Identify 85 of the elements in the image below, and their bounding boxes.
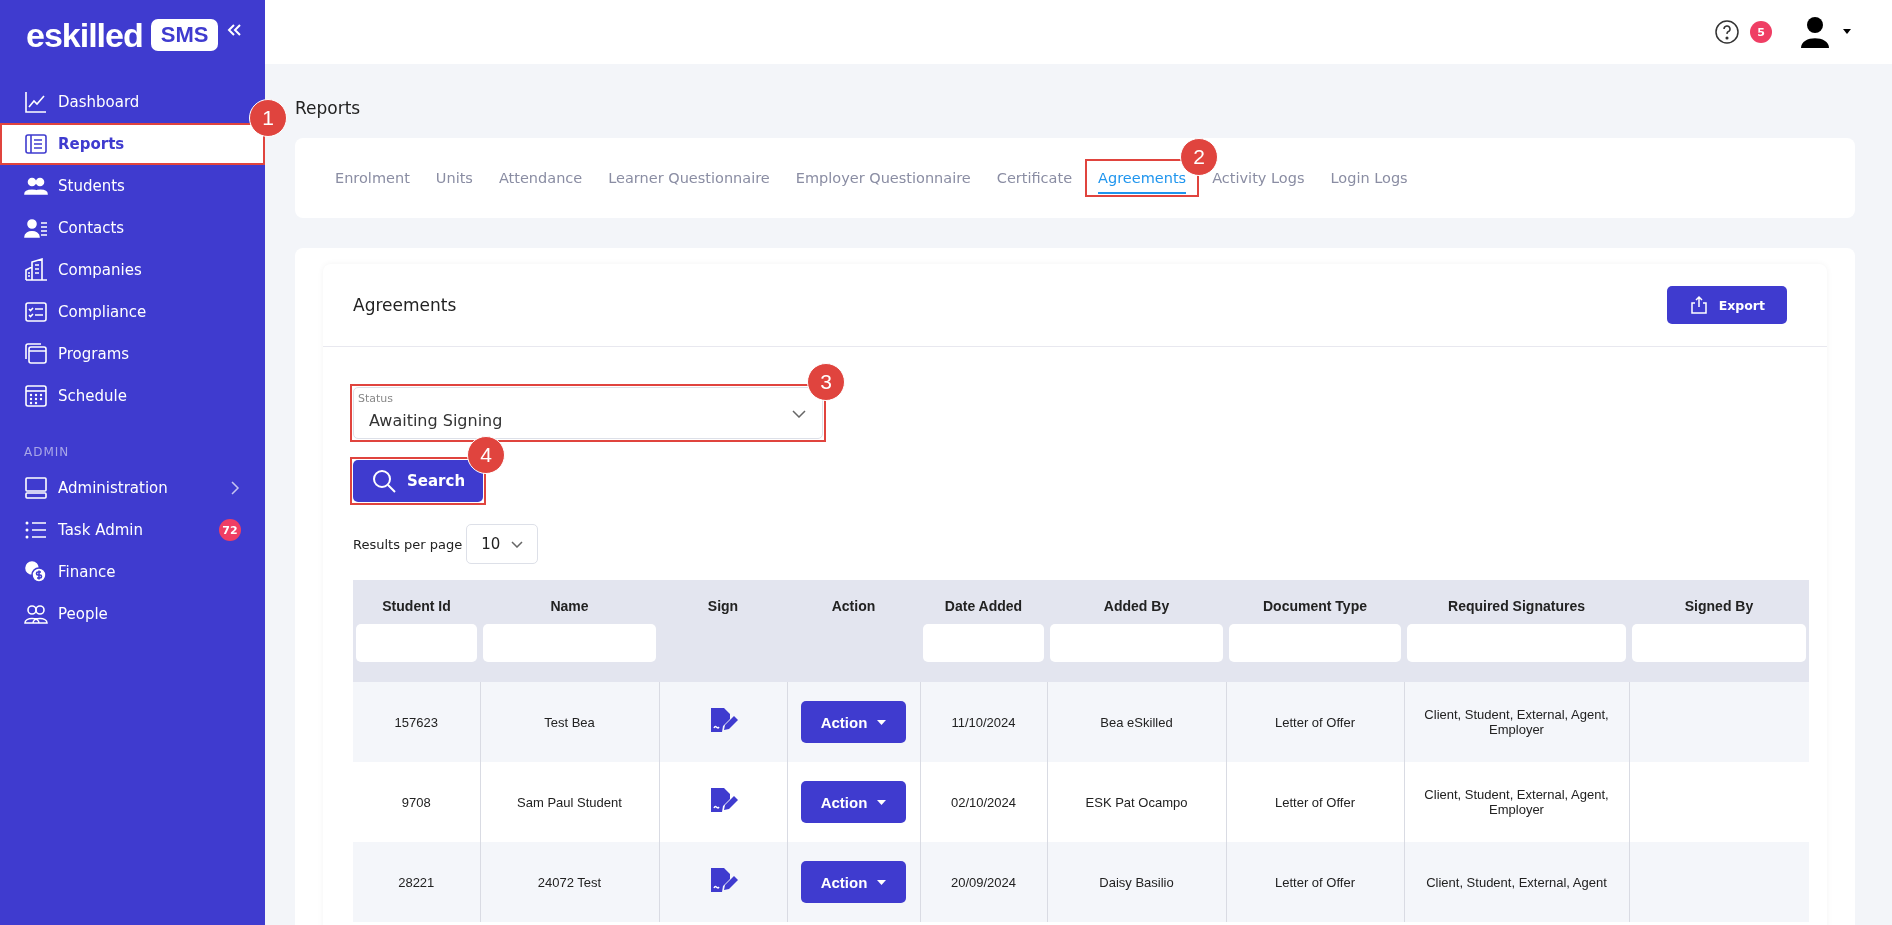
- sidebar-item[interactable]: Students: [0, 165, 243, 207]
- table-cell: 157623: [394, 714, 438, 730]
- table-cell: 02/10/2024: [950, 794, 1017, 810]
- logo-badge: SMS: [150, 19, 219, 51]
- action-dropdown-button[interactable]: Action: [800, 701, 907, 743]
- table-cell: Bea eSkilled: [1100, 714, 1173, 730]
- table-cell: Test Bea: [544, 714, 595, 730]
- column-filter-field[interactable]: [483, 624, 656, 662]
- sidebar-item[interactable]: Compliance: [0, 291, 243, 333]
- upload-icon: [1688, 295, 1709, 315]
- column-header: Added By: [1047, 580, 1226, 624]
- sidebar-item[interactable]: Schedule: [0, 375, 243, 417]
- table-cell: Client, Student, External, Agent: [1426, 874, 1607, 890]
- column-filter-field[interactable]: [1050, 624, 1223, 662]
- column-header: Date Added: [920, 580, 1047, 624]
- sidebar-item[interactable]: Administration: [0, 467, 243, 509]
- results-per-page-dropdown[interactable]: 10: [466, 524, 539, 564]
- table-cell: Client, Student, External, Agent, Employer: [1424, 707, 1609, 737]
- count-badge: 72: [219, 519, 241, 541]
- results-per-page-label: Results per page: [353, 536, 463, 552]
- sidebar-item[interactable]: Task Admin 72: [0, 509, 243, 551]
- column-header: Action: [787, 580, 920, 624]
- sidebar-item[interactable]: Finance: [0, 551, 243, 593]
- sidebar-item[interactable]: People: [0, 593, 243, 635]
- table-cell: 20/09/2024: [950, 874, 1017, 890]
- table-cell: Client, Student, External, Agent, Employer: [1424, 787, 1609, 817]
- export-button[interactable]: Export: [1666, 286, 1787, 324]
- chart-line-icon: [24, 90, 48, 114]
- column-header: Sign: [659, 580, 787, 624]
- double-chevron-left-icon[interactable]: [226, 22, 243, 38]
- table-cell: Letter of Offer: [1275, 714, 1355, 730]
- page-title: Reports: [295, 98, 362, 118]
- table-cell: Letter of Offer: [1275, 794, 1355, 810]
- logo-wordmark: eskilled: [26, 18, 143, 52]
- column-filter-field[interactable]: [1407, 624, 1626, 662]
- table-cell: 11/10/2024: [951, 714, 1016, 730]
- sidebar-item[interactable]: Reports: [0, 123, 265, 165]
- sidebar-item[interactable]: Dashboard: [0, 81, 243, 123]
- windows-icon: [24, 342, 48, 366]
- column-header: Document Type: [1226, 580, 1404, 624]
- status-dropdown[interactable]: Status Awaiting Signing: [353, 387, 823, 439]
- table-cell: Letter of Offer: [1275, 874, 1355, 890]
- user-avatar-icon[interactable]: [1798, 15, 1832, 49]
- contact-list-icon: [24, 216, 48, 240]
- section-label: ADMIN: [23, 444, 71, 461]
- sidebar-item[interactable]: Programs: [0, 333, 243, 375]
- sidebar-item[interactable]: Companies: [0, 249, 243, 291]
- column-filter-field[interactable]: [356, 624, 477, 662]
- people-outline-icon: [24, 602, 48, 626]
- table-cell: 24072 Test: [537, 874, 602, 890]
- column-header: Signed By: [1629, 580, 1809, 624]
- search-icon: [371, 468, 397, 494]
- column-header: Student Id: [353, 580, 480, 624]
- step-number-badge: 3: [807, 363, 845, 401]
- sidebar-item[interactable]: Contacts: [0, 207, 243, 249]
- table-cell: Sam Paul Student: [517, 794, 622, 810]
- column-filter-field[interactable]: [1229, 624, 1401, 662]
- column-header: Required Signatures: [1404, 580, 1629, 624]
- caret-icon[interactable]: [1842, 29, 1852, 35]
- table-cell: 9708: [401, 794, 431, 810]
- computer-icon: [24, 476, 48, 500]
- notification-badge[interactable]: 5: [1750, 21, 1772, 43]
- table-cell: 28221: [398, 874, 435, 890]
- chevron-down-icon: [792, 410, 806, 418]
- column-filter-field[interactable]: [1632, 624, 1806, 662]
- search-button[interactable]: Search: [353, 460, 484, 502]
- card-title: Agreements: [353, 295, 457, 315]
- report-list-icon: [24, 132, 48, 156]
- step-number-badge: 1: [249, 99, 287, 137]
- caret-icon: [877, 879, 887, 885]
- help-icon[interactable]: [1714, 19, 1740, 45]
- table-cell: ESK Pat Ocampo: [1085, 794, 1188, 810]
- checklist-icon: [24, 300, 48, 324]
- column-header: Name: [480, 580, 659, 624]
- caret-icon: [877, 799, 887, 805]
- action-dropdown-button[interactable]: Action: [800, 861, 907, 903]
- column-filter-field[interactable]: [923, 624, 1044, 662]
- table-cell: Daisy Basilio: [1099, 874, 1174, 890]
- coins-icon: [24, 560, 48, 584]
- chevron-down-icon: [511, 540, 524, 548]
- buildings-icon: [24, 258, 48, 282]
- caret-icon: [877, 719, 887, 725]
- action-dropdown-button[interactable]: Action: [800, 781, 907, 823]
- chevron-right-icon: [229, 481, 241, 495]
- calendar-grid-icon: [24, 384, 48, 408]
